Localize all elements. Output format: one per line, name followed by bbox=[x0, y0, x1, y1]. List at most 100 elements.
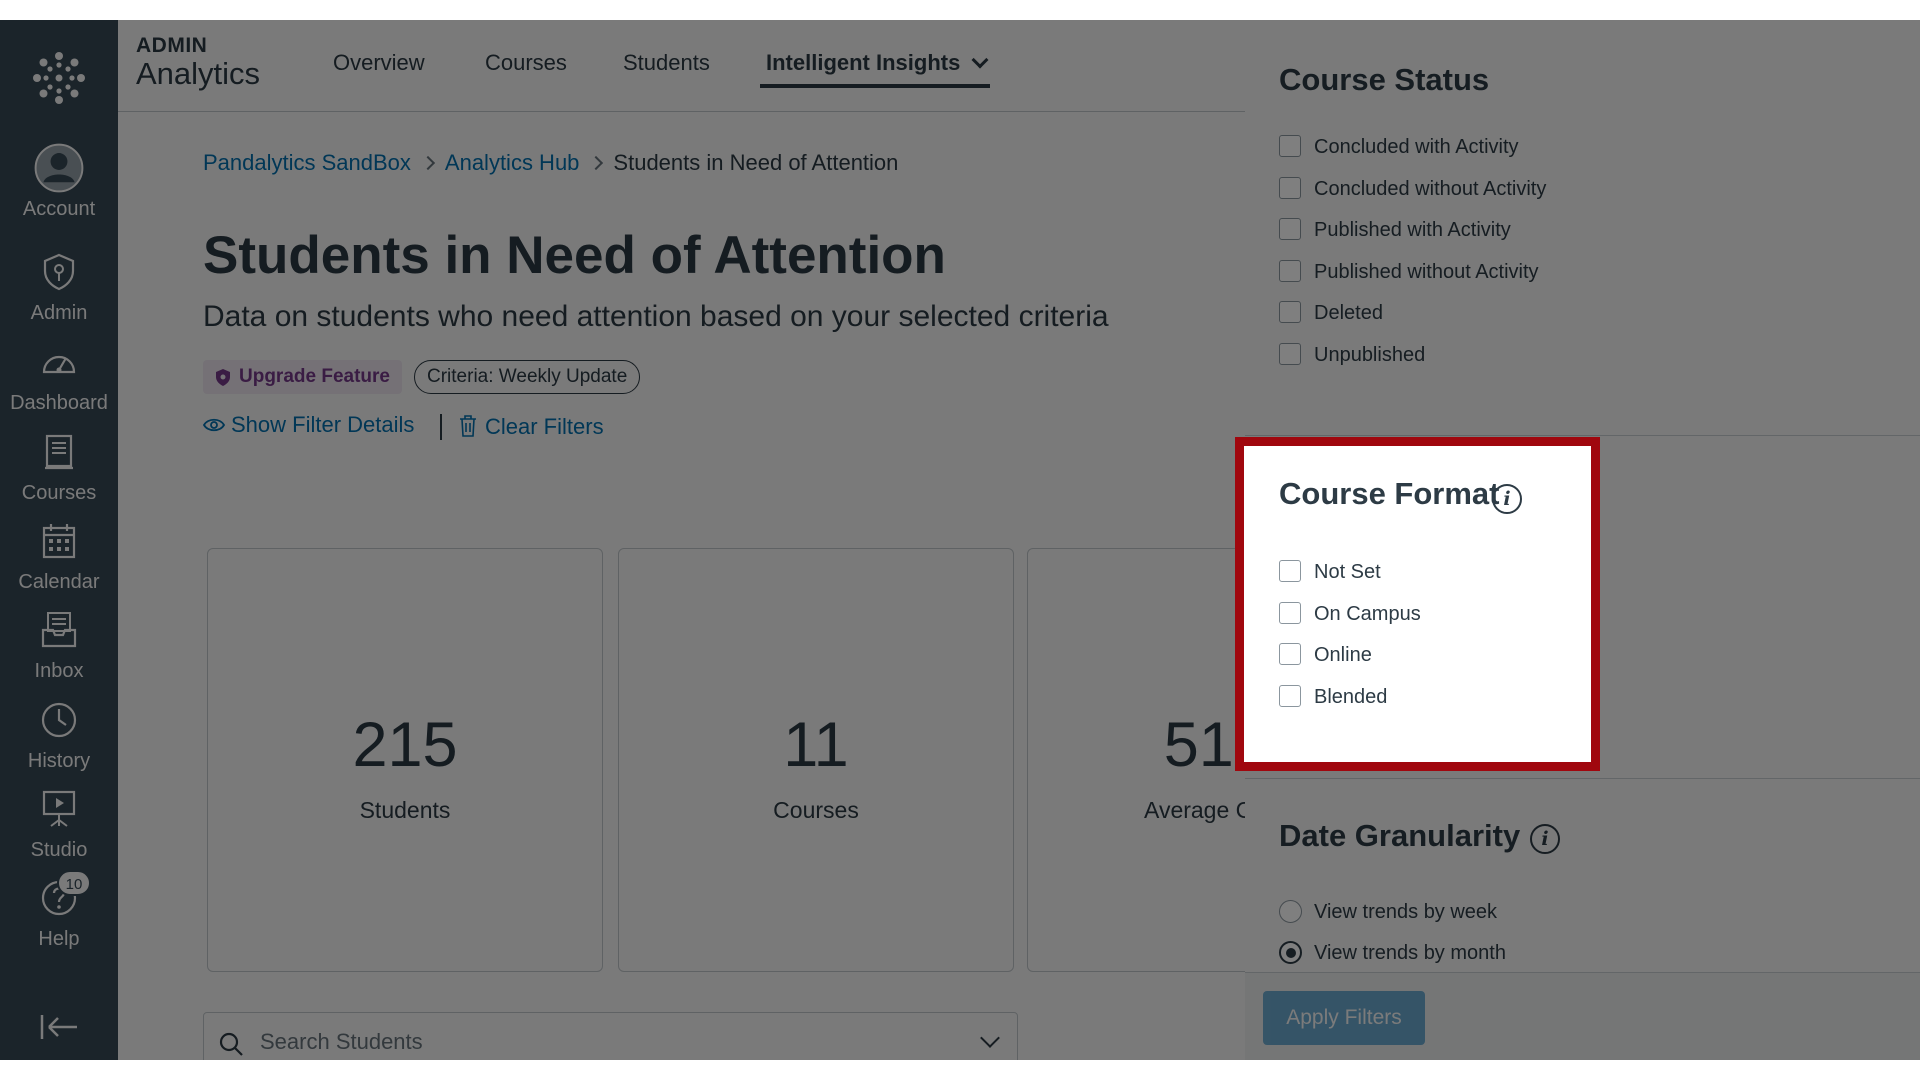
course-status-heading: Course Status bbox=[1279, 62, 1490, 97]
info-icon[interactable]: i bbox=[1530, 824, 1560, 854]
nav-item-account[interactable]: Account bbox=[0, 143, 118, 234]
calendar-icon bbox=[42, 524, 76, 559]
breadcrumb: Pandalytics SandBox Analytics Hub Students… bbox=[203, 150, 898, 176]
nav-item-history[interactable]: History bbox=[0, 700, 118, 786]
tab-intelligent-insights[interactable]: Intelligent Insights bbox=[766, 50, 989, 76]
tab-overview[interactable]: Overview bbox=[333, 50, 425, 76]
nav-label: Studio bbox=[30, 839, 88, 861]
stat-value: 11 bbox=[783, 710, 849, 780]
nav-item-inbox[interactable]: Inbox bbox=[0, 610, 118, 696]
checkbox-label: Published with Activity bbox=[1314, 219, 1511, 241]
nav-label: Account bbox=[22, 198, 96, 220]
checkbox[interactable] bbox=[1279, 643, 1301, 665]
clear-filters-label: Clear Filters bbox=[485, 414, 604, 439]
checkbox-label: Blended bbox=[1314, 686, 1388, 708]
brand-analytics[interactable]: Analytics bbox=[136, 56, 260, 92]
nav-item-calendar[interactable]: Calendar bbox=[0, 521, 118, 607]
criteria-pill[interactable]: Criteria: Weekly Update bbox=[414, 360, 641, 394]
nav-item-help[interactable]: 10 Help bbox=[0, 870, 118, 964]
search-icon bbox=[219, 1032, 243, 1056]
section-divider bbox=[1245, 778, 1920, 779]
checkbox-label: Concluded with Activity bbox=[1314, 136, 1519, 158]
breadcrumb-current: Students in Need of Attention bbox=[613, 150, 899, 175]
active-tab-indicator bbox=[760, 84, 990, 88]
checkbox[interactable] bbox=[1279, 135, 1301, 157]
nav-item-courses[interactable]: Courses bbox=[0, 432, 118, 518]
course-format-heading: Course Format bbox=[1279, 476, 1500, 511]
checkbox[interactable] bbox=[1279, 301, 1301, 323]
nav-item-dashboard[interactable]: Dashboard bbox=[0, 342, 118, 428]
checkbox[interactable] bbox=[1279, 218, 1301, 240]
nav-label: Admin bbox=[30, 302, 88, 324]
stat-value: 215 bbox=[352, 710, 458, 780]
chevron-right-icon bbox=[589, 155, 604, 171]
checkbox-label: Concluded without Activity bbox=[1314, 178, 1547, 200]
checkbox[interactable] bbox=[1279, 177, 1301, 199]
date-granularity-title: Date Granularity bbox=[1279, 818, 1521, 853]
radio-button-selected[interactable] bbox=[1279, 941, 1302, 964]
collapse-nav-icon[interactable] bbox=[39, 1012, 79, 1042]
tab-courses[interactable]: Courses bbox=[485, 50, 567, 76]
checkbox-label: Not Set bbox=[1314, 561, 1381, 583]
page-title: Students in Need of Attention bbox=[203, 226, 946, 285]
date-granularity-heading: Date Granularity bbox=[1279, 818, 1520, 854]
inbox-icon bbox=[41, 612, 77, 648]
checkbox[interactable] bbox=[1279, 560, 1301, 582]
clear-filters-link[interactable]: Clear Filters bbox=[459, 412, 604, 440]
checkbox-label: Online bbox=[1314, 644, 1372, 666]
top-margin bbox=[0, 0, 1920, 20]
eye-icon bbox=[202, 418, 226, 432]
shield-icon bbox=[43, 253, 75, 291]
show-filter-details-link[interactable]: Show Filter Details bbox=[202, 412, 415, 438]
dashboard-icon bbox=[42, 355, 76, 374]
help-notification-badge: 10 bbox=[57, 870, 91, 896]
breadcrumb-link[interactable]: Analytics Hub bbox=[445, 150, 580, 175]
stat-label: Students bbox=[359, 797, 451, 823]
avatar-icon bbox=[34, 143, 84, 193]
stat-card-students[interactable]: 215 Students bbox=[207, 548, 603, 972]
radio-label: View trends by week bbox=[1314, 901, 1498, 923]
studio-icon bbox=[42, 790, 76, 827]
tab-students[interactable]: Students bbox=[623, 50, 710, 76]
chevron-down-icon[interactable] bbox=[980, 1028, 1000, 1048]
checkbox-label: On Campus bbox=[1314, 603, 1421, 625]
checkbox[interactable] bbox=[1279, 260, 1301, 282]
app-frame: Account Admin Dashboard Courses Calendar… bbox=[0, 20, 1920, 1060]
search-students-input[interactable]: Search Students bbox=[203, 1012, 1018, 1060]
nav-label: Help bbox=[38, 928, 80, 950]
nav-item-admin[interactable]: Admin bbox=[0, 252, 118, 338]
page-subtitle: Data on students who need attention base… bbox=[203, 300, 1109, 333]
clock-icon bbox=[41, 702, 77, 738]
shield-icon bbox=[216, 369, 230, 386]
bottom-margin bbox=[0, 1060, 1920, 1080]
nav-label: Calendar bbox=[18, 571, 100, 593]
course-format-highlight: Course Format i Not Set On Campus Online… bbox=[1235, 437, 1600, 771]
tab-label: Intelligent Insights bbox=[766, 50, 961, 75]
link-divider bbox=[440, 414, 442, 440]
breadcrumb-link[interactable]: Pandalytics SandBox bbox=[203, 150, 411, 175]
nav-label: History bbox=[27, 750, 91, 772]
upgrade-feature-badge: Upgrade Feature bbox=[203, 360, 402, 394]
global-nav: Account Admin Dashboard Courses Calendar… bbox=[0, 20, 118, 1060]
book-icon bbox=[45, 434, 73, 470]
checkbox-label: Published without Activity bbox=[1314, 261, 1539, 283]
checkbox-label: Unpublished bbox=[1314, 344, 1426, 366]
checkbox[interactable] bbox=[1279, 343, 1301, 365]
section-divider bbox=[1245, 435, 1920, 436]
canvas-logo-icon[interactable] bbox=[29, 48, 89, 108]
nav-label: Dashboard bbox=[10, 392, 108, 414]
search-placeholder: Search Students bbox=[260, 1029, 423, 1054]
checkbox[interactable] bbox=[1279, 602, 1301, 624]
checkbox[interactable] bbox=[1279, 685, 1301, 707]
checkbox-label: Deleted bbox=[1314, 302, 1383, 324]
nav-item-studio[interactable]: Studio bbox=[0, 789, 118, 875]
info-icon[interactable]: i bbox=[1492, 484, 1522, 514]
radio-label: View trends by month bbox=[1314, 942, 1506, 964]
brand-admin: ADMIN bbox=[136, 34, 208, 57]
stat-card-courses[interactable]: 11 Courses bbox=[618, 548, 1014, 972]
chevron-down-icon bbox=[971, 51, 989, 69]
chevron-right-icon bbox=[420, 155, 435, 171]
radio-button[interactable] bbox=[1279, 900, 1302, 923]
show-filter-details-label: Show Filter Details bbox=[231, 412, 415, 437]
apply-filters-button[interactable]: Apply Filters bbox=[1263, 991, 1425, 1045]
